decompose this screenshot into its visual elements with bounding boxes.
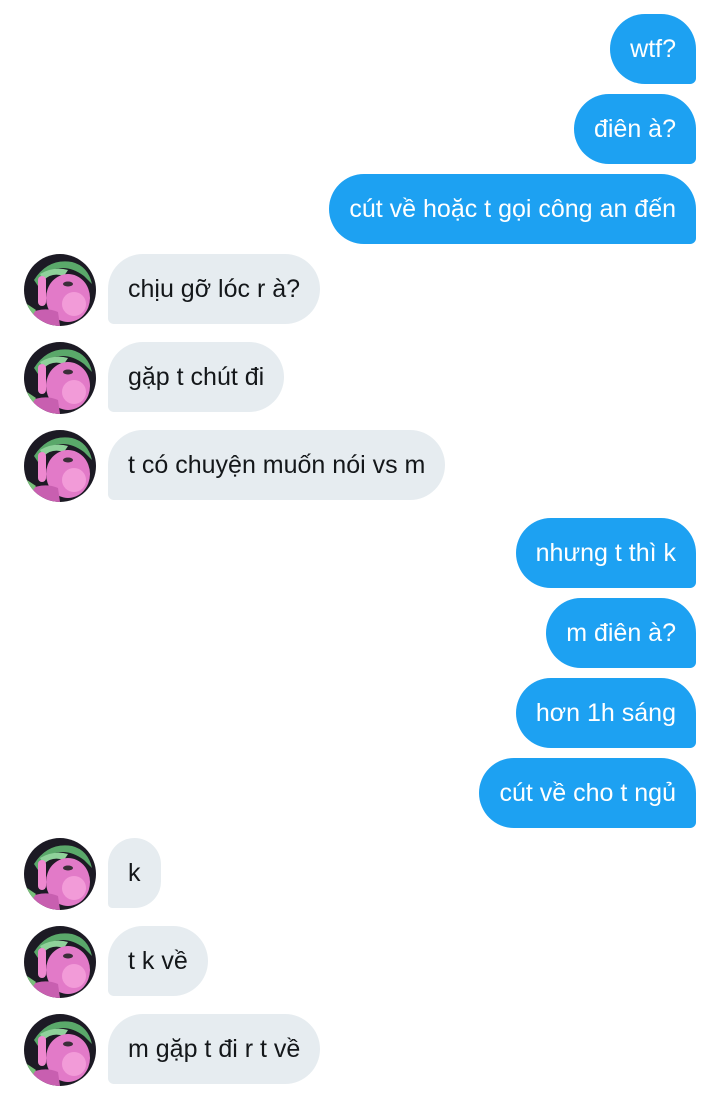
avatar[interactable]	[24, 342, 96, 414]
avatar[interactable]	[24, 838, 96, 910]
message-bubble-outgoing[interactable]: cút về hoặc t gọi công an đến	[329, 174, 696, 244]
message-bubble-outgoing[interactable]: điên à?	[573, 94, 696, 164]
avatar[interactable]	[24, 430, 96, 502]
profile-photo-icon	[24, 1014, 96, 1086]
message-bubble-incoming[interactable]: t có chuyện muốn nói vs m	[108, 430, 446, 500]
message-bubble-outgoing[interactable]: hơn 1h sáng	[515, 678, 696, 748]
avatar[interactable]	[24, 926, 96, 998]
profile-photo-icon	[24, 838, 96, 910]
message-bubble-incoming[interactable]: gặp t chút đi	[108, 342, 285, 412]
avatar[interactable]	[24, 254, 96, 326]
profile-photo-icon	[24, 926, 96, 998]
message-bubble-outgoing[interactable]: wtf?	[610, 14, 696, 84]
avatar[interactable]	[24, 1014, 96, 1086]
profile-photo-icon	[24, 342, 96, 414]
message-bubble-incoming[interactable]: t k về	[108, 926, 208, 996]
message-bubble-outgoing[interactable]: m điên à?	[546, 598, 696, 668]
message-bubble-outgoing[interactable]: cút về cho t ngủ	[479, 758, 696, 828]
profile-photo-icon	[24, 430, 96, 502]
message-bubble-incoming[interactable]: k	[108, 838, 161, 908]
message-bubble-incoming[interactable]: chịu gỡ lóc r à?	[108, 254, 321, 324]
message-bubble-outgoing[interactable]: nhưng t thì k	[515, 518, 696, 588]
profile-photo-icon	[24, 254, 96, 326]
message-bubble-incoming[interactable]: m gặp t đi r t về	[108, 1014, 321, 1084]
